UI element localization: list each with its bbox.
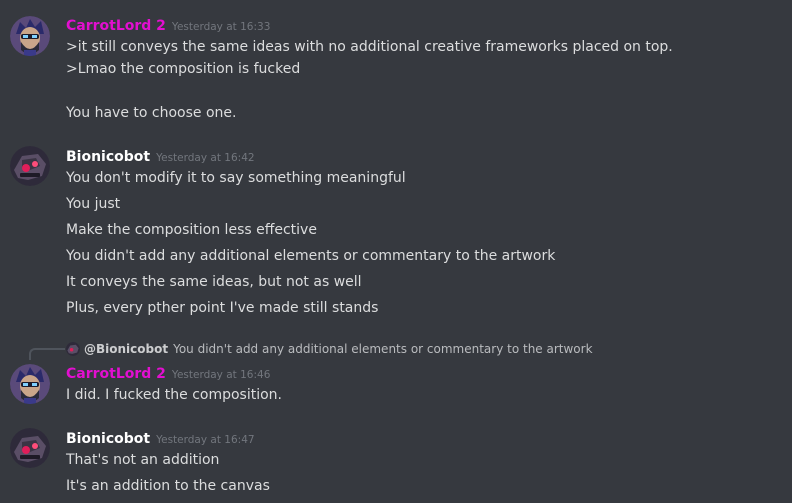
message-header: CarrotLord 2 Yesterday at 16:33 bbox=[66, 15, 270, 35]
message-line: >Lmao the composition is fucked bbox=[66, 61, 301, 77]
reply-preview[interactable]: @Bionicobot You didn't add any additiona… bbox=[66, 341, 593, 357]
username[interactable]: CarrotLord 2 bbox=[66, 366, 166, 382]
username[interactable]: Bionicobot bbox=[66, 149, 150, 165]
message-line: I did. I fucked the composition. bbox=[66, 387, 283, 403]
message-line: Make the composition less effective bbox=[66, 222, 317, 238]
message-line: You don't modify it to say something mea… bbox=[66, 170, 406, 186]
bionicobot-avatar[interactable] bbox=[10, 428, 50, 468]
message-header: CarrotLord 2 Yesterday at 16:46 bbox=[66, 363, 270, 383]
username[interactable]: Bionicobot bbox=[66, 431, 150, 447]
message-line: You have to choose one. bbox=[66, 105, 237, 121]
message-line: That's not an addition bbox=[66, 452, 220, 468]
reply-text[interactable]: You didn't add any additional elements o… bbox=[173, 341, 592, 357]
message-header: Bionicobot Yesterday at 16:42 bbox=[66, 146, 255, 166]
carrotlord-avatar[interactable] bbox=[10, 16, 50, 56]
message-line: It's an addition to the canvas bbox=[66, 478, 270, 494]
message-line: You didn't add any additional elements o… bbox=[66, 248, 556, 264]
message-line: >it still conveys the same ideas with no… bbox=[66, 39, 673, 55]
chat-messages: CarrotLord 2 Yesterday at 16:33 >it still… bbox=[0, 0, 792, 503]
timestamp: Yesterday at 16:33 bbox=[171, 21, 271, 33]
bionicobot-avatar[interactable] bbox=[10, 146, 50, 186]
timestamp: Yesterday at 16:46 bbox=[171, 369, 271, 381]
message-line: Plus, every pther point I've made still … bbox=[66, 300, 379, 316]
message-line: It conveys the same ideas, but not as we… bbox=[66, 274, 362, 290]
username[interactable]: CarrotLord 2 bbox=[66, 18, 166, 34]
timestamp: Yesterday at 16:47 bbox=[156, 434, 255, 446]
carrotlord-avatar[interactable] bbox=[10, 364, 50, 404]
message-header: Bionicobot Yesterday at 16:47 bbox=[66, 428, 255, 448]
timestamp: Yesterday at 16:42 bbox=[156, 152, 255, 164]
reply-spine bbox=[29, 348, 65, 360]
bionicobot-avatar bbox=[66, 342, 80, 356]
message-line: You just bbox=[66, 196, 121, 212]
reply-mention[interactable]: @Bionicobot bbox=[84, 341, 168, 357]
